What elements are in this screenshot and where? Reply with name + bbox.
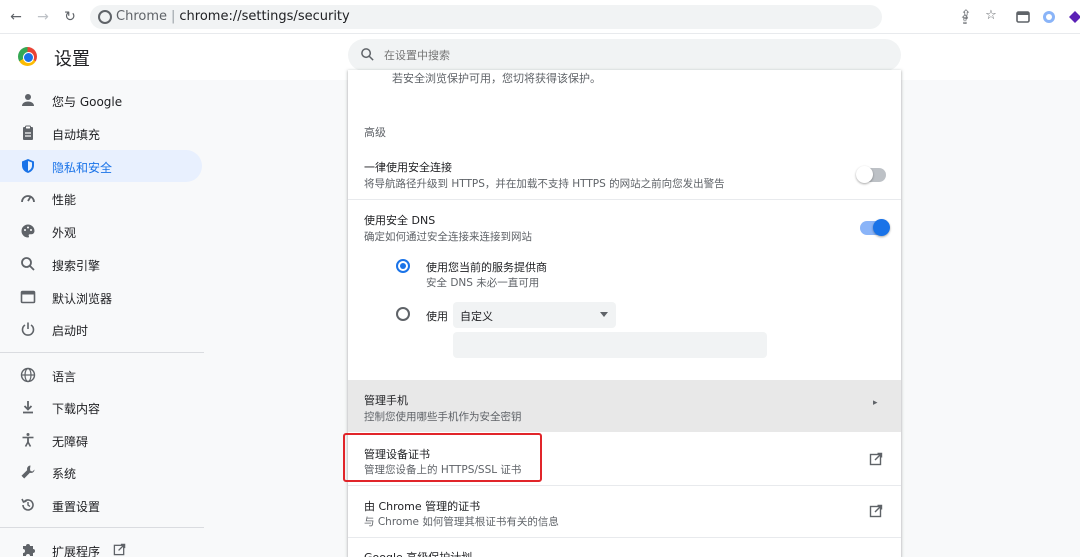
chrome-certificates-subtitle: 与 Chrome 如何管理其根证书有关的信息 (364, 516, 559, 528)
search-input[interactable] (384, 46, 864, 64)
dns-provider-select-value: 自定义 (460, 310, 493, 323)
sidebar-item-label: 重置设置 (52, 500, 101, 514)
search-icon (21, 257, 35, 271)
chevron-right-icon: ▸ (873, 398, 878, 408)
gauge-icon (21, 195, 35, 203)
secure-dns-toggle[interactable] (860, 219, 890, 236)
extension-diamond-icon[interactable] (1068, 9, 1080, 23)
annotation-highlight-box (343, 433, 542, 482)
browser-toolbar: ← → ↻ Chrome | chrome://settings/security … (0, 0, 1080, 34)
https-title: 一律使用安全连接 (364, 161, 452, 174)
chrome-site-icon (98, 10, 112, 24)
advanced-protection-title[interactable]: Google 高级保护计划 (364, 549, 472, 557)
sidebar-item-languages[interactable]: 语言 (0, 359, 202, 391)
shield-icon (22, 159, 34, 173)
sidebar: 您与 Google 自动填充 隐私和安全 性能 外观 搜索引擎 默认浏览器 启动… (0, 84, 204, 557)
clipboard-icon (23, 125, 33, 140)
settings-search[interactable] (348, 39, 901, 71)
chrome-certificates-title: 由 Chrome 管理的证书 (364, 500, 481, 513)
secure-dns-title: 使用安全 DNS (364, 214, 436, 227)
sidebar-item-privacy-security[interactable]: 隐私和安全 (0, 150, 202, 182)
sidebar-item-label: 无障碍 (52, 435, 89, 449)
palette-icon (21, 224, 35, 238)
sidebar-item-label: 搜索引擎 (52, 259, 101, 273)
back-icon[interactable]: ← (6, 7, 26, 27)
sidebar-item-reset[interactable]: 重置设置 (0, 489, 202, 521)
bookmark-star-icon[interactable]: ☆ (982, 7, 1000, 25)
dns-option1-title: 使用您当前的服务提供商 (426, 261, 547, 274)
sidebar-item-performance[interactable]: 性能 (0, 182, 202, 214)
sidebar-item-extensions[interactable]: 扩展程序 (0, 534, 202, 557)
open-in-new-icon[interactable] (869, 504, 883, 518)
extensions-icon[interactable] (1016, 9, 1030, 23)
dns-current-provider-radio[interactable] (396, 259, 410, 273)
accessibility-icon (22, 433, 34, 447)
https-subtitle: 将导航路径升级到 HTTPS，并在加载不支持 HTTPS 的网站之前向您发出警告 (364, 178, 725, 190)
secure-dns-subtitle: 确定如何通过安全连接来连接到网站 (364, 231, 532, 243)
reload-icon[interactable]: ↻ (60, 7, 80, 27)
sidebar-item-you-and-google[interactable]: 您与 Google (0, 84, 202, 116)
dns-custom-input[interactable] (453, 332, 767, 358)
page-title: 设置 (54, 49, 90, 70)
forward-icon[interactable]: → (33, 7, 53, 27)
sidebar-item-label: 启动时 (52, 324, 89, 338)
omnibox-url: chrome://settings/security (179, 9, 350, 24)
cut-off-description: 若安全浏览保护可用，您切将获得该保护。 (392, 72, 601, 85)
manage-phones-subtitle: 控制您使用哪些手机作为安全密钥 (364, 411, 522, 423)
omnibox-site-name: Chrome (116, 9, 167, 24)
sidebar-item-on-startup[interactable]: 启动时 (0, 313, 202, 345)
sidebar-item-label: 语言 (52, 370, 77, 384)
dns-option1-subtitle: 安全 DNS 未必一直可用 (426, 277, 540, 289)
globe-icon (20, 367, 36, 383)
row-divider (348, 485, 901, 486)
open-in-new-icon (113, 543, 126, 556)
puzzle-icon (23, 544, 35, 556)
person-icon (22, 94, 34, 106)
open-in-new-icon[interactable] (869, 452, 883, 466)
power-icon (21, 322, 35, 336)
sidebar-item-label: 性能 (52, 193, 77, 207)
dns-option2-label: 使用 (426, 310, 448, 323)
row-divider (348, 537, 901, 538)
security-settings-card: 若安全浏览保护可用，您切将获得该保护。 高级 一律使用安全连接 将导航路径升级到… (348, 70, 901, 557)
chrome-logo-icon (18, 47, 37, 66)
share-icon[interactable]: ⇪ (957, 7, 975, 25)
download-icon (23, 401, 33, 414)
dns-provider-select[interactable]: 自定义 (453, 302, 616, 328)
sidebar-divider (0, 527, 204, 528)
search-icon (361, 48, 374, 61)
sidebar-item-label: 自动填充 (52, 128, 101, 142)
dns-custom-radio[interactable] (396, 307, 410, 321)
reset-icon (21, 498, 34, 511)
sidebar-item-downloads[interactable]: 下载内容 (0, 391, 202, 423)
sidebar-item-system[interactable]: 系统 (0, 456, 202, 488)
sidebar-item-default-browser[interactable]: 默认浏览器 (0, 281, 202, 313)
omnibox[interactable]: Chrome | chrome://settings/security ⇪ (90, 5, 970, 29)
row-divider (348, 199, 901, 200)
sidebar-item-label: 下载内容 (52, 402, 101, 416)
manage-phones-title: 管理手机 (364, 394, 408, 407)
sidebar-item-accessibility[interactable]: 无障碍 (0, 424, 202, 456)
sidebar-divider (0, 352, 204, 353)
sidebar-item-appearance[interactable]: 外观 (0, 215, 202, 247)
sidebar-item-label: 您与 Google (52, 95, 123, 109)
sidebar-item-search-engine[interactable]: 搜索引擎 (0, 248, 202, 280)
omnibox-text: Chrome | chrome://settings/security (116, 9, 350, 24)
sidebar-item-autofill[interactable]: 自动填充 (0, 117, 202, 149)
sidebar-item-label: 默认浏览器 (52, 292, 113, 306)
dropdown-arrow-icon (600, 312, 608, 317)
sidebar-item-label: 隐私和安全 (52, 161, 113, 175)
wrench-icon (21, 465, 35, 479)
sidebar-item-label: 系统 (52, 467, 77, 481)
browser-icon (20, 290, 36, 304)
https-toggle[interactable] (856, 166, 886, 183)
profile-icon[interactable] (1042, 9, 1056, 23)
sidebar-item-label: 外观 (52, 226, 77, 240)
sidebar-item-label: 扩展程序 (52, 545, 101, 557)
manage-phones-row[interactable]: 管理手机 控制您使用哪些手机作为安全密钥 ▸ (348, 380, 901, 432)
advanced-section-label: 高级 (364, 126, 386, 139)
